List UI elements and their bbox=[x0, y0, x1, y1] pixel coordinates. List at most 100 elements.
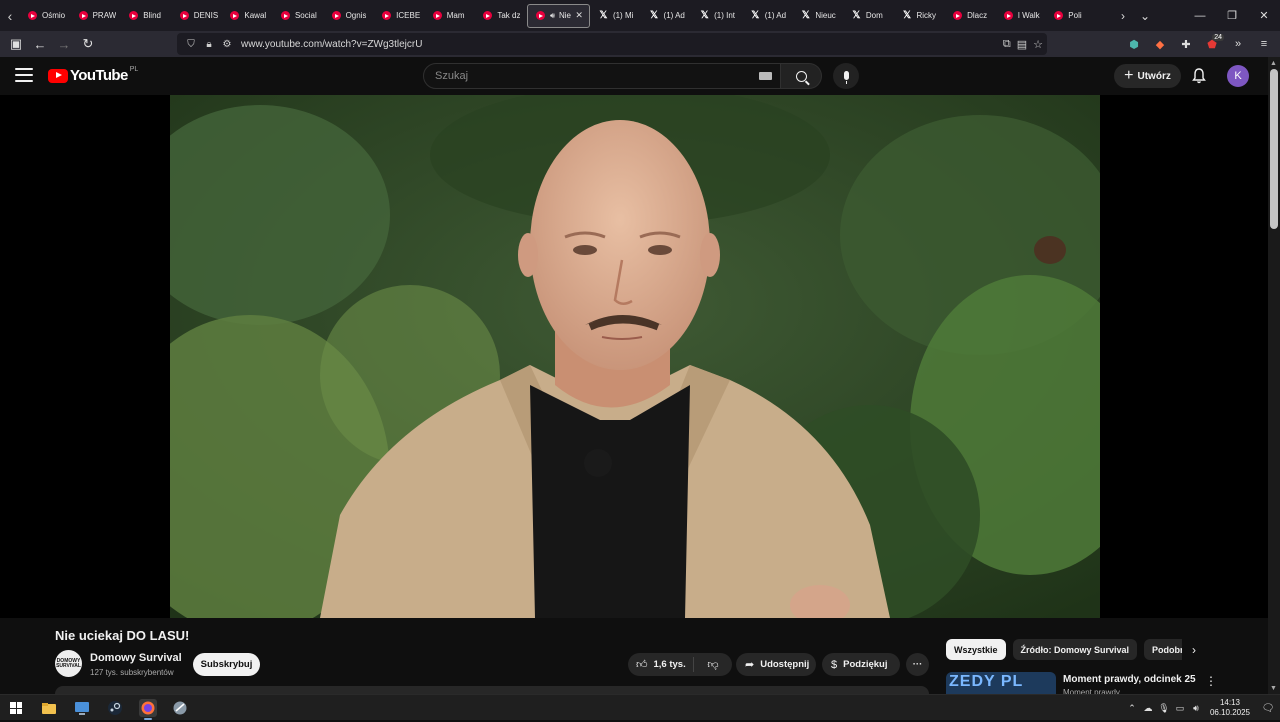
file-explorer-icon[interactable] bbox=[40, 699, 58, 717]
chip-all[interactable]: Wszystkie bbox=[946, 639, 1006, 660]
firefox-icon[interactable] bbox=[139, 699, 157, 720]
browser-tab[interactable]: 𝕏 (1) Int bbox=[692, 4, 743, 28]
more-actions-button[interactable]: ··· bbox=[906, 653, 929, 676]
chip-from-channel[interactable]: Źródło: Domowy Survival bbox=[1012, 639, 1138, 660]
video-frame[interactable] bbox=[170, 95, 1100, 618]
share-button[interactable]: ➦ Udostępnij bbox=[736, 653, 816, 676]
browser-tab[interactable]: Dlacz bbox=[945, 4, 996, 28]
channel-avatar[interactable]: DOMOWY SURVIVAL bbox=[55, 650, 82, 677]
windows-start-icon[interactable] bbox=[10, 702, 22, 714]
back-icon[interactable]: ← bbox=[28, 31, 52, 57]
recommendation-title[interactable]: Moment prawdy, odcinek 25 bbox=[1063, 674, 1196, 685]
browser-tab[interactable]: Ośmio bbox=[20, 4, 71, 28]
tab-scroll-left-icon[interactable]: ‹ bbox=[0, 0, 20, 31]
browser-tab[interactable]: PRAW bbox=[71, 4, 122, 28]
volume-icon[interactable]: 🔊︎ bbox=[1188, 703, 1204, 714]
browser-tab[interactable]: 𝕏 (1) Mi bbox=[591, 4, 642, 28]
extensions-puzzle-icon[interactable]: ✚ bbox=[1176, 38, 1196, 51]
create-button[interactable]: + Utwórz bbox=[1114, 64, 1181, 88]
browser-tab[interactable]: Kawal bbox=[222, 4, 273, 28]
app-icon[interactable] bbox=[171, 699, 189, 717]
browser-tab[interactable]: 𝕏 (1) Ad bbox=[743, 4, 794, 28]
shield-icon[interactable]: ⛉ bbox=[183, 39, 199, 50]
browser-tab[interactable]: Mam bbox=[425, 4, 476, 28]
restore-icon[interactable]: ❐ bbox=[1216, 9, 1248, 22]
browser-tab[interactable]: Blind bbox=[121, 4, 172, 28]
network-icon[interactable]: ▭ bbox=[1172, 703, 1188, 714]
forward-icon[interactable]: → bbox=[52, 31, 76, 57]
chips-next-icon[interactable]: › bbox=[1192, 643, 1196, 657]
browser-tab-label: DENIS bbox=[193, 11, 219, 20]
more-tools-icon[interactable]: » bbox=[1228, 38, 1248, 50]
browser-tab[interactable]: I Walk bbox=[996, 4, 1047, 28]
app-menu-icon[interactable]: ≡ bbox=[1254, 38, 1274, 50]
scroll-up-icon[interactable]: ▲ bbox=[1270, 60, 1277, 67]
guide-menu-icon[interactable] bbox=[15, 68, 33, 82]
scroll-down-icon[interactable]: ▼ bbox=[1270, 685, 1277, 692]
youtube-logo[interactable]: YouTube PL bbox=[48, 66, 138, 84]
reload-icon[interactable]: ↻ bbox=[76, 31, 100, 57]
browser-tab[interactable]: DENIS bbox=[172, 4, 223, 28]
bookmark-star-icon[interactable]: ☆ bbox=[1033, 38, 1043, 51]
like-button[interactable]: 👍︎ 1,6 tys. bbox=[628, 657, 694, 672]
address-bar[interactable]: ⛉ 🔒︎ ⚙︎ www.youtube.com/watch?v=ZWg3tlej… bbox=[177, 33, 1047, 55]
browser-tab[interactable]: Poli bbox=[1046, 4, 1097, 28]
tab-scroll-right-icon[interactable]: › bbox=[1112, 9, 1134, 23]
browser-tab[interactable]: Social bbox=[273, 4, 324, 28]
fox-extension-icon[interactable]: ◆ bbox=[1150, 38, 1170, 51]
account-avatar[interactable]: K bbox=[1227, 65, 1249, 87]
remote-desktop-icon[interactable] bbox=[73, 699, 91, 717]
thanks-button[interactable]: $ Podziękuj bbox=[822, 653, 900, 676]
tray-overflow-icon[interactable]: ⌃ bbox=[1124, 703, 1140, 714]
voice-search-button[interactable] bbox=[833, 63, 859, 89]
ublock-extension-icon[interactable]: ⬟ 24 bbox=[1202, 33, 1224, 51]
clock[interactable]: 14:13 06.10.2025 bbox=[1204, 698, 1256, 718]
tab-close-icon[interactable]: ✕ bbox=[575, 10, 583, 21]
browser-tab-strip: ‹ Ośmio PRAW Blind DENIS Kawal Social Ognis ICE… bbox=[0, 0, 1280, 31]
steam-icon[interactable] bbox=[106, 699, 124, 717]
reader-view-icon[interactable]: ▤ bbox=[1017, 38, 1027, 51]
sidebar-toggle-icon[interactable]: ▣ bbox=[4, 31, 28, 57]
subscribe-button[interactable]: Subskrybuj bbox=[193, 653, 260, 676]
browser-tab-label: Ośmio bbox=[42, 11, 66, 20]
browser-tab[interactable]: Tak dz bbox=[475, 4, 526, 28]
picture-in-picture-icon[interactable]: ⧉ bbox=[1003, 38, 1011, 51]
onedrive-icon[interactable]: ☁ bbox=[1140, 703, 1156, 714]
recommendation-more-icon[interactable]: ⋮ bbox=[1205, 674, 1217, 688]
browser-tab[interactable]: 𝕏 Dom bbox=[844, 4, 895, 28]
browser-tab[interactable]: 𝕏 Nieuc bbox=[793, 4, 844, 28]
youtube-favicon-icon bbox=[129, 11, 139, 20]
browser-tab[interactable]: Ognis bbox=[324, 4, 375, 28]
notifications-icon[interactable]: 🗨︎ bbox=[1256, 703, 1280, 714]
notifications-bell-icon[interactable] bbox=[1192, 68, 1206, 84]
browser-tab[interactable]: 🔊︎ Nie ✕ bbox=[526, 3, 590, 28]
browser-tab-label: Ricky bbox=[916, 11, 937, 20]
close-window-icon[interactable]: ✕ bbox=[1248, 9, 1280, 22]
description-box[interactable] bbox=[55, 686, 929, 694]
like-dislike-group: 👍︎ 1,6 tys. 👎︎ bbox=[628, 653, 732, 676]
video-player[interactable] bbox=[0, 95, 1268, 618]
browser-tab-label: I Walk bbox=[1017, 11, 1040, 20]
browser-tab[interactable]: 𝕏 (1) Ad bbox=[642, 4, 693, 28]
channel-name[interactable]: Domowy Survival bbox=[90, 652, 182, 664]
list-all-tabs-icon[interactable]: ⌄ bbox=[1134, 9, 1156, 23]
browser-tab[interactable]: ICEBE bbox=[374, 4, 425, 28]
page-scrollbar[interactable]: ▲ ▼ bbox=[1268, 57, 1280, 694]
search-button[interactable] bbox=[781, 63, 822, 89]
tab-audio-icon[interactable]: 🔊︎ bbox=[550, 11, 555, 21]
minimize-icon[interactable]: — bbox=[1184, 10, 1216, 22]
browser-tab[interactable]: 𝕏 Ricky bbox=[895, 4, 946, 28]
youtube-favicon-icon bbox=[1003, 11, 1013, 20]
search-input[interactable]: Szukaj bbox=[423, 63, 781, 89]
chip-related[interactable]: Podobne bbox=[1144, 639, 1183, 660]
vpn-extension-icon[interactable]: ⬢ bbox=[1124, 38, 1144, 51]
keyboard-icon[interactable] bbox=[759, 72, 772, 80]
lock-icon[interactable]: 🔒︎ bbox=[201, 39, 217, 50]
permissions-icon[interactable]: ⚙︎ bbox=[219, 39, 235, 50]
recommendation-thumbnail[interactable]: ZEDY PL bbox=[946, 672, 1056, 694]
url-text[interactable]: www.youtube.com/watch?v=ZWg3tlejcrU bbox=[241, 39, 422, 50]
microphone-tray-icon[interactable]: 🎙︎ bbox=[1156, 703, 1172, 714]
scrollbar-thumb[interactable] bbox=[1270, 69, 1278, 229]
dislike-button[interactable]: 👎︎ bbox=[694, 658, 732, 671]
youtube-favicon-icon bbox=[953, 11, 963, 20]
